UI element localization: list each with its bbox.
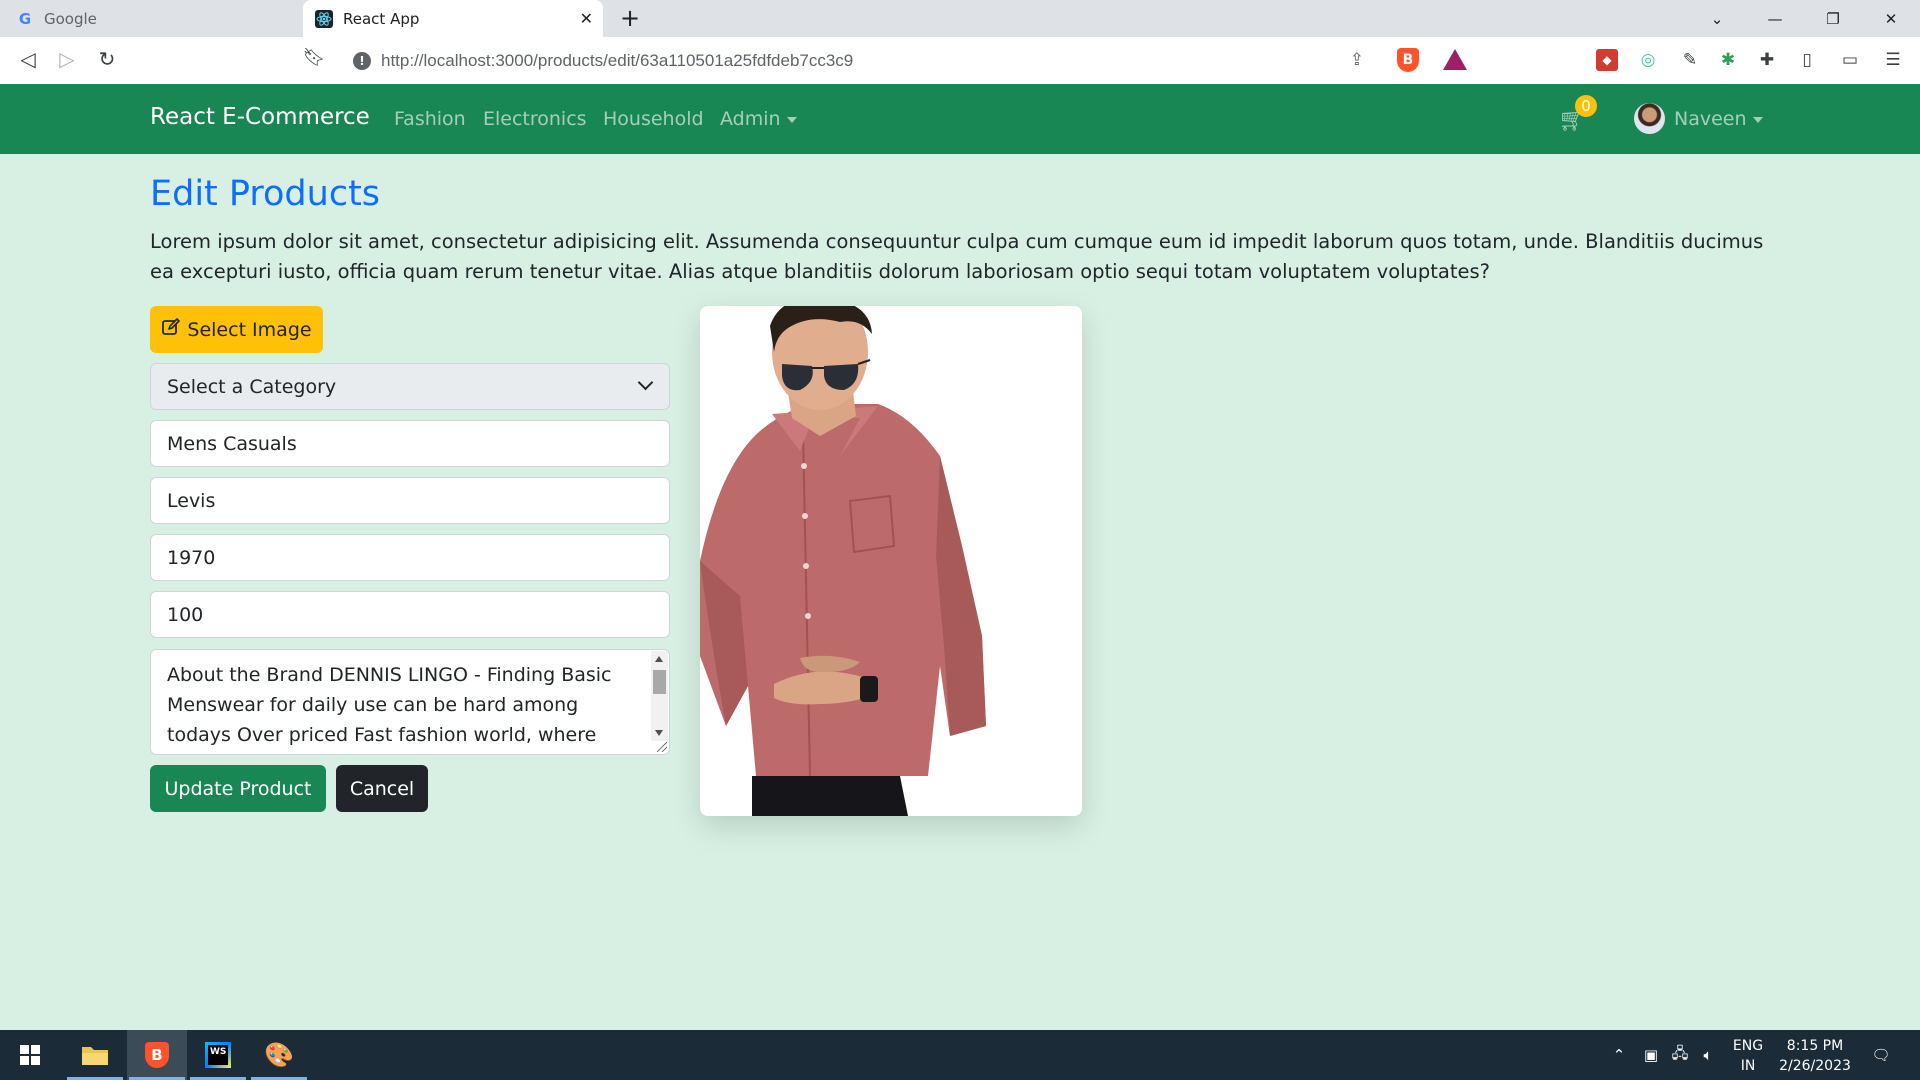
select-image-label: Select Image — [187, 318, 312, 341]
extension-1-icon[interactable]: ◆ — [1596, 49, 1618, 71]
brand-value: Levis — [167, 489, 216, 512]
cancel-button[interactable]: Cancel — [336, 765, 428, 812]
description-value: About the Brand DENNIS LINGO - Finding B… — [167, 664, 612, 746]
description-textarea[interactable]: About the Brand DENNIS LINGO - Finding B… — [150, 649, 670, 755]
user-dropdown[interactable]: Naveen — [1674, 108, 1763, 130]
minimize-icon[interactable]: — — [1746, 0, 1804, 37]
new-tab-icon[interactable]: + — [620, 4, 640, 32]
bookmark-icon[interactable]: 🔖︎ — [300, 47, 328, 68]
extension-2-icon[interactable]: ◎ — [1637, 49, 1659, 71]
extension-3-icon[interactable]: ✎ — [1679, 49, 1701, 71]
address-bar[interactable]: ! http://localhost:3000/products/edit/63… — [345, 43, 1479, 78]
webstorm-icon: WS — [205, 1042, 231, 1068]
brave-shields-icon[interactable]: B — [1397, 48, 1419, 72]
share-icon[interactable]: ⇪ — [1350, 50, 1364, 70]
navbar-brand[interactable]: React E-Commerce — [150, 104, 370, 130]
edit-icon — [161, 317, 181, 342]
reload-icon[interactable]: ↻ — [93, 47, 121, 71]
taskbar-file-explorer[interactable] — [65, 1030, 125, 1080]
nav-link-fashion[interactable]: Fashion — [394, 108, 466, 130]
product-image-card — [700, 306, 1082, 816]
nav-link-household[interactable]: Household — [603, 108, 704, 130]
category-selected-value: Select a Category — [167, 375, 337, 398]
taskbar-paint[interactable]: 🎨 — [249, 1030, 309, 1080]
close-tab-icon[interactable]: ✕ — [580, 9, 593, 28]
tab-title: Google — [44, 9, 97, 28]
tab-google[interactable]: G Google — [0, 0, 303, 37]
close-window-icon[interactable]: ✕ — [1862, 0, 1920, 37]
tab-search-icon[interactable]: ⌄ — [1688, 0, 1746, 37]
page-title: Edit Products — [150, 174, 381, 214]
category-select[interactable]: Select a Category — [150, 363, 670, 410]
tray-chevron-up-icon[interactable]: ⌃ — [1608, 1030, 1630, 1080]
clock-date: 2/26/2023 — [1779, 1058, 1851, 1074]
menu-icon[interactable]: ☰ — [1882, 49, 1904, 71]
chevron-down-icon — [1752, 116, 1763, 123]
chevron-down-icon — [637, 374, 654, 391]
folder-icon — [82, 1047, 108, 1065]
price-input[interactable]: 1970 — [150, 534, 670, 581]
windows-taskbar: B WS 🎨 ⌃ ▣ 🖧︎ 🔈︎ ENG IN 8:15 PM 2/26/202… — [0, 1030, 1920, 1080]
back-icon[interactable]: ◁ — [14, 47, 42, 71]
clock-time: 8:15 PM — [1786, 1038, 1844, 1054]
scrollbar-thumb[interactable] — [653, 670, 666, 694]
quantity-value: 100 — [167, 603, 204, 626]
avatar[interactable] — [1634, 103, 1665, 134]
restore-icon[interactable]: ❐ — [1804, 0, 1862, 37]
window-controls: ⌄ — ❐ ✕ — [1688, 0, 1920, 37]
network-icon[interactable]: 🖧︎ — [1668, 1030, 1692, 1080]
wallet-icon[interactable]: ▭ — [1839, 49, 1861, 71]
extensions-puzzle-icon[interactable]: ✚ — [1756, 49, 1778, 71]
taskbar-webstorm[interactable]: WS — [188, 1030, 248, 1080]
notifications-icon[interactable]: 🗨︎ — [1866, 1030, 1896, 1080]
nav-link-electronics[interactable]: Electronics — [483, 108, 587, 130]
windows-icon — [20, 1045, 40, 1065]
nav-dropdown-admin[interactable]: Admin — [720, 108, 797, 130]
forward-icon[interactable]: ▷ — [53, 47, 81, 71]
system-clock[interactable]: 8:15 PM 2/26/2023 — [1760, 1036, 1870, 1076]
browser-tab-strip: G Google React App ✕ + ⌄ — ❐ ✕ — [0, 0, 1920, 37]
scroll-down-icon[interactable] — [655, 730, 663, 736]
start-button[interactable] — [0, 1030, 60, 1080]
cart-count-badge: 0 — [1575, 95, 1597, 117]
price-value: 1970 — [167, 546, 216, 569]
resize-handle-icon[interactable] — [657, 742, 667, 752]
update-product-button[interactable]: Update Product — [150, 765, 326, 812]
volume-icon[interactable]: 🔈︎ — [1696, 1030, 1720, 1080]
react-icon — [315, 9, 333, 28]
sidebar-icon[interactable]: ▯ — [1796, 49, 1818, 71]
extension-4-icon[interactable]: ✱ — [1717, 49, 1739, 71]
site-info-icon[interactable]: ! — [353, 51, 371, 70]
taskbar-brave[interactable]: B — [127, 1030, 187, 1080]
tab-react-app[interactable]: React App ✕ — [303, 0, 603, 37]
browser-toolbar: ◁ ▷ ↻ 🔖︎ ! http://localhost:3000/product… — [0, 37, 1920, 84]
product-name-input[interactable]: Mens Casuals — [150, 420, 670, 467]
app-navbar: React E-Commerce Fashion Electronics Hou… — [0, 84, 1920, 154]
url-text[interactable]: http://localhost:3000/products/edit/63a1… — [381, 51, 853, 71]
google-icon: G — [18, 9, 32, 28]
paint-palette-icon: 🎨 — [264, 1041, 294, 1069]
select-image-button[interactable]: Select Image — [150, 306, 323, 353]
product-image — [700, 306, 986, 816]
scroll-up-icon[interactable] — [655, 656, 663, 662]
brave-icon: B — [145, 1042, 169, 1068]
page-description: Lorem ipsum dolor sit amet, consectetur … — [150, 230, 1764, 283]
chevron-down-icon — [786, 116, 797, 123]
textarea-scrollbar[interactable] — [651, 651, 668, 741]
brave-rewards-icon[interactable] — [1443, 49, 1467, 70]
tray-meet-icon[interactable]: ▣ — [1640, 1030, 1662, 1080]
nav-admin-label: Admin — [720, 108, 781, 130]
tab-title: React App — [343, 9, 420, 28]
brand-input[interactable]: Levis — [150, 477, 670, 524]
user-name: Naveen — [1674, 108, 1747, 130]
quantity-input[interactable]: 100 — [150, 591, 670, 638]
product-name-value: Mens Casuals — [167, 432, 297, 455]
